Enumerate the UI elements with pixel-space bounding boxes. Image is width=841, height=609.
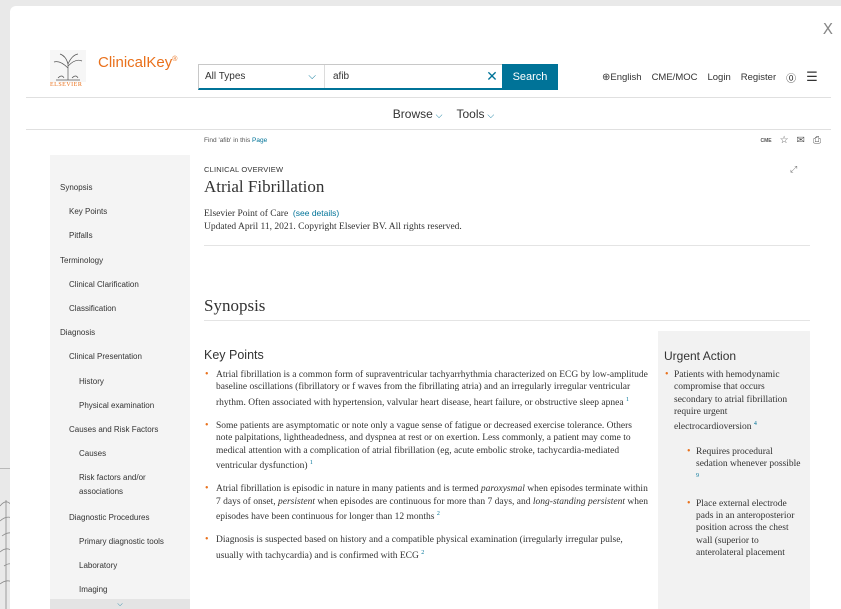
language-label: English xyxy=(610,72,642,83)
divider xyxy=(204,320,810,321)
sidebar-item-key-points[interactable]: Key Points xyxy=(69,206,107,217)
chevron-down-icon: ⌵ xyxy=(432,110,443,121)
sidebar-item-clinical-presentation[interactable]: Clinical Presentation xyxy=(69,351,142,362)
expand-icon[interactable]: ⤢ xyxy=(790,165,797,175)
key-point-item: Some patients are asymptomatic or note o… xyxy=(204,420,650,472)
key-point-text: Atrial fibrillation is a common form of … xyxy=(216,370,648,408)
urgent-main-text: Patients with hemodynamic compromise tha… xyxy=(674,370,788,433)
sidebar-item-causes-and-risk-factors[interactable]: Causes and Risk Factors xyxy=(69,424,158,435)
sidebar-item-pitfalls[interactable]: Pitfalls xyxy=(69,230,93,241)
cme-moc-link[interactable]: CME/MOC xyxy=(652,72,698,83)
urgent-sub-text: Place external electrode pads in an ante… xyxy=(696,498,795,558)
key-point-text: Atrial fibrillation is episodic in natur… xyxy=(216,484,648,523)
find-prefix: Find 'afib' in this xyxy=(204,137,253,144)
key-points-list: Atrial fibrillation is a common form of … xyxy=(204,369,650,573)
sidebar-item-diagnosis[interactable]: Diagnosis xyxy=(60,327,95,338)
urgent-sub-text: Requires procedural sedation whenever po… xyxy=(696,446,801,469)
site-header: ELSEVIER ClinicalKey® All Types ⌵ afib ✕… xyxy=(26,48,831,98)
page-tools: CME ☆ ✉ ⎙ xyxy=(761,135,821,146)
sidebar-item-clinical-clarification[interactable]: Clinical Clarification xyxy=(69,279,139,290)
elsevier-tree-logo-icon[interactable] xyxy=(50,50,86,82)
list-item: Requires procedural sedation whenever po… xyxy=(686,446,804,486)
sidebar-item-causes[interactable]: Causes xyxy=(79,448,106,459)
header-links: ⊕English CME/MOC Login Register ⓪ ☰ xyxy=(602,70,818,85)
key-point-item: Atrial fibrillation is a common form of … xyxy=(204,369,650,409)
sidebar-item-diagnostic-procedures[interactable]: Diagnostic Procedures xyxy=(69,512,149,523)
search-button[interactable]: Search xyxy=(502,63,558,90)
sidebar-item-terminology[interactable]: Terminology xyxy=(60,255,103,266)
key-point-item: Diagnosis is suspected based on history … xyxy=(204,534,650,562)
table-of-contents: Synopsis Key Points Pitfalls Terminology… xyxy=(50,155,190,609)
section-heading-synopsis: Synopsis xyxy=(204,296,266,315)
browse-menu[interactable]: Browse ⌵ xyxy=(393,107,443,121)
close-modal-button[interactable]: X xyxy=(823,20,833,38)
sidebar-scroll-down-icon[interactable]: ⌵ xyxy=(50,599,190,609)
source-line: Elsevier Point of Care (see details) xyxy=(204,207,462,221)
sidebar-item-imaging[interactable]: Imaging xyxy=(79,584,107,595)
urgent-action-heading: Urgent Action xyxy=(664,349,737,363)
reference-link[interactable]: 9 xyxy=(696,473,699,479)
browse-label: Browse xyxy=(392,106,433,121)
reference-link[interactable]: 2 xyxy=(437,511,440,517)
content-type-select[interactable]: All Types ⌵ xyxy=(199,65,325,88)
reference-link[interactable]: 1 xyxy=(626,397,629,403)
content-type-value: All Types xyxy=(205,71,246,82)
registered-mark: ® xyxy=(172,56,178,63)
reference-link[interactable]: 1 xyxy=(310,460,313,466)
list-item: Patients with hemodynamic compromise tha… xyxy=(664,369,804,559)
find-in-page: Find 'afib' in this Page xyxy=(204,137,267,144)
chevron-down-icon: ⌵ xyxy=(308,71,316,82)
updated-line: Updated April 11, 2021. Copyright Elsevi… xyxy=(204,222,462,232)
elsevier-wordmark: ELSEVIER xyxy=(50,82,83,88)
article-type-label: CLINICAL OVERVIEW xyxy=(204,165,284,174)
browse-tools-bar: Browse ⌵ Tools ⌵ xyxy=(26,98,831,130)
chevron-down-icon: ⌵ xyxy=(484,110,495,121)
register-link[interactable]: Register xyxy=(741,72,776,83)
reference-link[interactable]: 4 xyxy=(754,421,757,427)
sidebar-item-primary-diagnostic-tools[interactable]: Primary diagnostic tools xyxy=(79,536,164,547)
language-link[interactable]: ⊕English xyxy=(602,72,642,83)
key-point-text: Some patients are asymptomatic or note o… xyxy=(216,421,632,472)
login-link[interactable]: Login xyxy=(707,72,730,83)
reference-link[interactable]: 2 xyxy=(421,550,424,556)
sidebar-item-synopsis[interactable]: Synopsis xyxy=(60,182,92,193)
print-icon[interactable]: ⎙ xyxy=(813,135,821,146)
help-icon[interactable]: ⓪ xyxy=(786,70,796,85)
article-meta: Elsevier Point of Care (see details) Upd… xyxy=(204,207,462,234)
sidebar-item-laboratory[interactable]: Laboratory xyxy=(79,560,117,571)
sidebar-item-risk-factors[interactable]: Risk factors and/or xyxy=(79,472,146,483)
sidebar-item-risk-factors-cont[interactable]: associations xyxy=(79,486,123,497)
search-bar: All Types ⌵ afib ✕ Search xyxy=(198,63,558,90)
key-points-heading: Key Points xyxy=(204,348,264,362)
find-in-page-link[interactable]: Page xyxy=(252,137,267,144)
sidebar-item-classification[interactable]: Classification xyxy=(69,303,116,314)
page-title: Atrial Fibrillation xyxy=(204,177,325,196)
cme-icon[interactable]: CME xyxy=(761,138,772,144)
sidebar-item-history[interactable]: History xyxy=(79,376,104,387)
urgent-action-panel: Urgent Action Patients with hemodynamic … xyxy=(658,331,810,609)
search-input[interactable]: afib xyxy=(325,71,482,82)
tools-label: Tools xyxy=(456,106,485,121)
sidebar-item-physical-examination[interactable]: Physical examination xyxy=(79,400,154,411)
key-point-text: Diagnosis is suspected based on history … xyxy=(216,535,623,561)
clear-search-icon[interactable]: ✕ xyxy=(482,69,502,85)
menu-icon[interactable]: ☰ xyxy=(806,70,818,85)
brand-name: ClinicalKey xyxy=(98,54,173,71)
see-details-link[interactable]: (see details) xyxy=(293,208,339,218)
star-icon[interactable]: ☆ xyxy=(780,135,789,146)
clinicalkey-logo[interactable]: ClinicalKey® xyxy=(98,54,177,71)
email-icon[interactable]: ✉ xyxy=(797,135,805,146)
urgent-action-list: Patients with hemodynamic compromise tha… xyxy=(664,369,804,559)
key-point-item: Atrial fibrillation is episodic in natur… xyxy=(204,483,650,523)
source-name: Elsevier Point of Care xyxy=(204,209,289,219)
divider xyxy=(204,245,810,246)
list-item: Place external electrode pads in an ante… xyxy=(686,498,804,559)
tools-menu[interactable]: Tools ⌵ xyxy=(457,107,495,121)
